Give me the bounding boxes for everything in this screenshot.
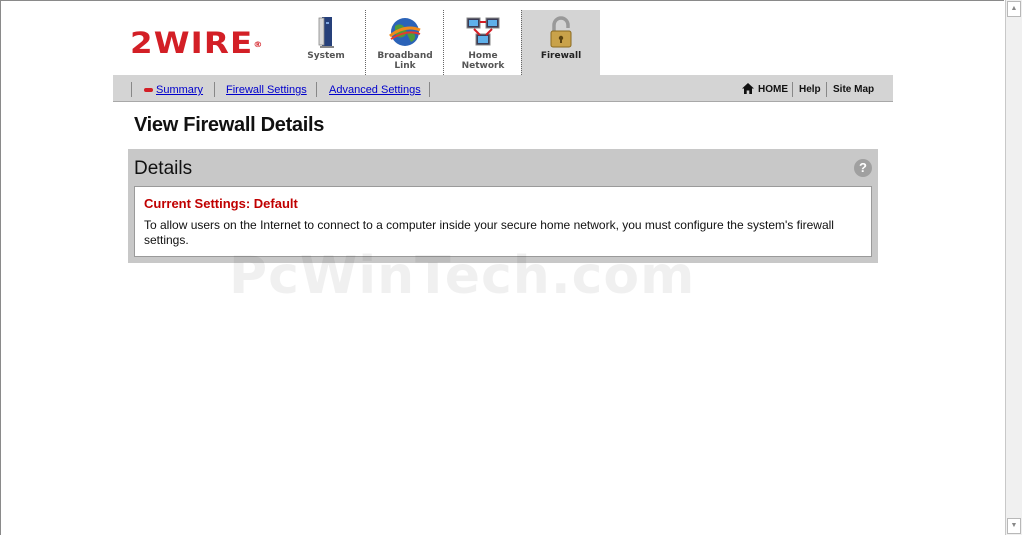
tab-system[interactable]: System bbox=[287, 10, 365, 75]
divider bbox=[429, 82, 430, 97]
tab-home-network[interactable]: Home Network bbox=[443, 10, 522, 75]
tab-firewall[interactable]: Firewall bbox=[521, 10, 600, 75]
padlock-icon bbox=[550, 16, 572, 48]
help-icon[interactable]: ? bbox=[854, 159, 872, 177]
tab-broadband-link[interactable]: Broadband Link bbox=[365, 10, 444, 75]
tab-label: Broadband bbox=[377, 51, 433, 61]
details-panel: Details ? Current Settings: Default To a… bbox=[128, 149, 878, 263]
divider bbox=[792, 82, 793, 97]
tab-label: System bbox=[307, 51, 345, 61]
globe-icon bbox=[389, 18, 421, 46]
tab-label-line2: Network bbox=[461, 61, 505, 71]
sub-navigation: Summary Firewall Settings Advanced Setti… bbox=[113, 75, 893, 102]
site-map-link[interactable]: Site Map bbox=[833, 84, 874, 95]
scroll-up-button[interactable]: ▲ bbox=[1007, 1, 1021, 17]
current-settings-text: Current Settings: Default bbox=[144, 196, 298, 211]
tab-label-line2: Link bbox=[394, 61, 416, 71]
divider bbox=[316, 82, 317, 97]
tab-label: Firewall bbox=[540, 51, 582, 61]
2wire-logo: 2WIRE® bbox=[130, 26, 264, 60]
divider bbox=[131, 82, 132, 97]
current-item-indicator-icon bbox=[144, 88, 153, 92]
nav-advanced-settings-link[interactable]: Advanced Settings bbox=[329, 84, 421, 96]
system-tower-icon bbox=[318, 17, 334, 48]
scroll-down-button[interactable]: ▼ bbox=[1007, 518, 1021, 534]
divider bbox=[826, 82, 827, 97]
page-title: View Firewall Details bbox=[134, 114, 325, 136]
nav-firewall-settings-link[interactable]: Firewall Settings bbox=[226, 84, 307, 96]
details-content: Current Settings: Default To allow users… bbox=[134, 186, 872, 257]
home-link[interactable]: HOME bbox=[758, 84, 788, 95]
firewall-description: To allow users on the Internet to connec… bbox=[144, 218, 834, 247]
nav-summary-link[interactable]: Summary bbox=[156, 84, 203, 96]
help-link[interactable]: Help bbox=[799, 84, 821, 95]
divider bbox=[214, 82, 215, 97]
computers-network-icon bbox=[466, 17, 500, 46]
panel-title: Details bbox=[134, 158, 193, 179]
tab-label: Home bbox=[468, 51, 498, 61]
home-icon bbox=[742, 83, 754, 94]
vertical-scrollbar[interactable]: ▲ ▼ bbox=[1005, 0, 1022, 535]
